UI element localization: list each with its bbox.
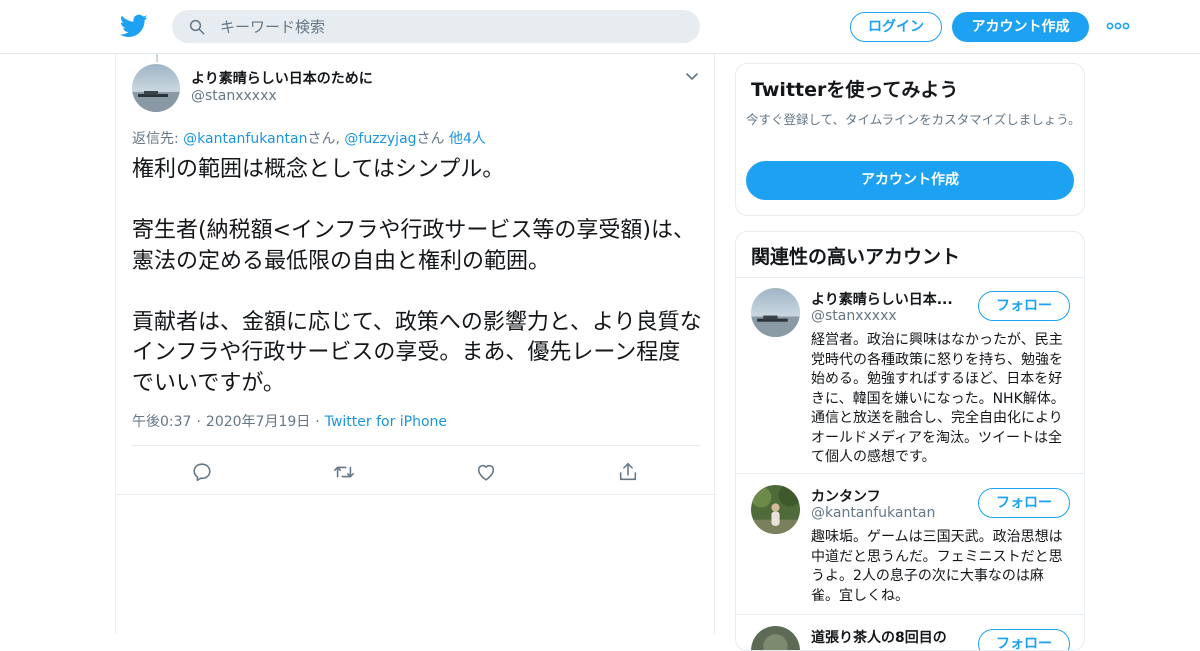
author-name[interactable]: より素晴らしい日本のために <box>191 68 373 88</box>
signup-button[interactable]: アカウント作成 <box>952 12 1089 42</box>
account-handle[interactable]: @kantanfukantan <box>811 505 935 521</box>
chevron-down-icon[interactable] <box>684 68 700 84</box>
reply-user-link[interactable]: @fuzzyjag <box>344 131 416 147</box>
account-name[interactable]: 道張り茶人の8回目の <box>811 627 961 647</box>
search-box[interactable] <box>172 10 700 43</box>
share-icon <box>619 462 637 481</box>
signup-card: Twitterを使ってみよう 今すぐ登録して、タイムラインをカスタマイズしましょ… <box>735 63 1085 216</box>
tweet-date[interactable]: 2020年7月19日 <box>206 414 310 430</box>
account-handle[interactable]: @stanxxxxx <box>811 308 897 324</box>
related-accounts-title: 関連性の高いアカウント <box>751 246 961 268</box>
related-account[interactable]: 道張り茶人の8回目の フォロー <box>736 616 1084 650</box>
reply-icon <box>193 463 211 482</box>
signup-card-description: 今すぐ登録して、タイムラインをカスタマイズしましょう。 <box>746 112 1081 127</box>
reply-button[interactable] <box>184 456 220 488</box>
top-bar: ログイン アカウント作成 <box>0 0 1200 54</box>
signup-card-title: Twitterを使ってみよう <box>751 79 959 101</box>
retweet-icon <box>334 466 354 478</box>
reply-user-link[interactable]: @kantanfukantan <box>183 131 307 147</box>
account-name[interactable]: カンタンフ <box>811 486 961 506</box>
follow-button[interactable]: フォロー <box>978 291 1070 321</box>
avatar[interactable] <box>751 288 800 337</box>
related-account[interactable]: より素晴らしい日本... @stanxxxxx フォロー 経営者。政治に興味はな… <box>736 278 1084 474</box>
author-handle[interactable]: @stanxxxxx <box>191 88 277 104</box>
more-icon[interactable] <box>1106 18 1130 34</box>
tweet-source-link[interactable]: Twitter for iPhone <box>325 414 447 430</box>
author-avatar[interactable] <box>132 64 180 112</box>
divider <box>132 445 700 446</box>
signup-card-button[interactable]: アカウント作成 <box>746 161 1074 200</box>
account-bio: 経営者。政治に興味はなかったが、民主党時代の各種政策に怒りを持ち、勉強を始める。… <box>811 332 1065 465</box>
reply-suffix: さん <box>416 131 449 147</box>
follow-button[interactable]: フォロー <box>978 629 1070 650</box>
account-name[interactable]: より素晴らしい日本... <box>811 289 961 309</box>
reply-to-line: 返信先: @kantanfukantanさん, @fuzzyjagさん 他4人 <box>132 128 486 148</box>
share-button[interactable] <box>610 456 646 488</box>
divider <box>116 494 716 495</box>
search-icon <box>189 19 205 35</box>
search-input[interactable] <box>220 10 680 43</box>
follow-button[interactable]: フォロー <box>978 488 1070 518</box>
retweet-button[interactable] <box>326 456 362 488</box>
tweet-actions <box>116 456 716 492</box>
thread-line <box>156 54 158 62</box>
reply-suffix: さん, <box>307 131 345 147</box>
avatar[interactable] <box>751 485 800 534</box>
like-button[interactable] <box>468 456 504 488</box>
tweet-text: 権利の範囲は概念としてはシンプル。 寄生者(納税額<インフラや行政サービス等の享… <box>132 157 702 396</box>
related-accounts-card: 関連性の高いアカウント より素晴らしい日本... @stanxxxxx フォロー… <box>735 231 1085 651</box>
separator: · <box>196 414 201 430</box>
tweet-time[interactable]: 午後0:37 <box>132 414 191 430</box>
reply-others-link[interactable]: 他4人 <box>449 131 486 147</box>
heart-icon <box>477 464 495 481</box>
twitter-bird-icon[interactable] <box>120 12 148 40</box>
separator: · <box>315 414 320 430</box>
account-bio: 趣味垢。ゲームは三国天武。政治思想は中道だと思うんだ。フェミニストだと思うよ。2… <box>811 529 1063 604</box>
reply-prefix: 返信先: <box>132 131 184 147</box>
tweet-column: より素晴らしい日本のために @stanxxxxx 返信先: @kantanfuk… <box>115 54 716 634</box>
related-account[interactable]: カンタンフ @kantanfukantan フォロー 趣味垢。ゲームは三国天武。… <box>736 475 1084 615</box>
tweet-meta: 午後0:37 · 2020年7月19日 · Twitter for iPhone <box>132 411 447 431</box>
login-button[interactable]: ログイン <box>850 12 942 42</box>
